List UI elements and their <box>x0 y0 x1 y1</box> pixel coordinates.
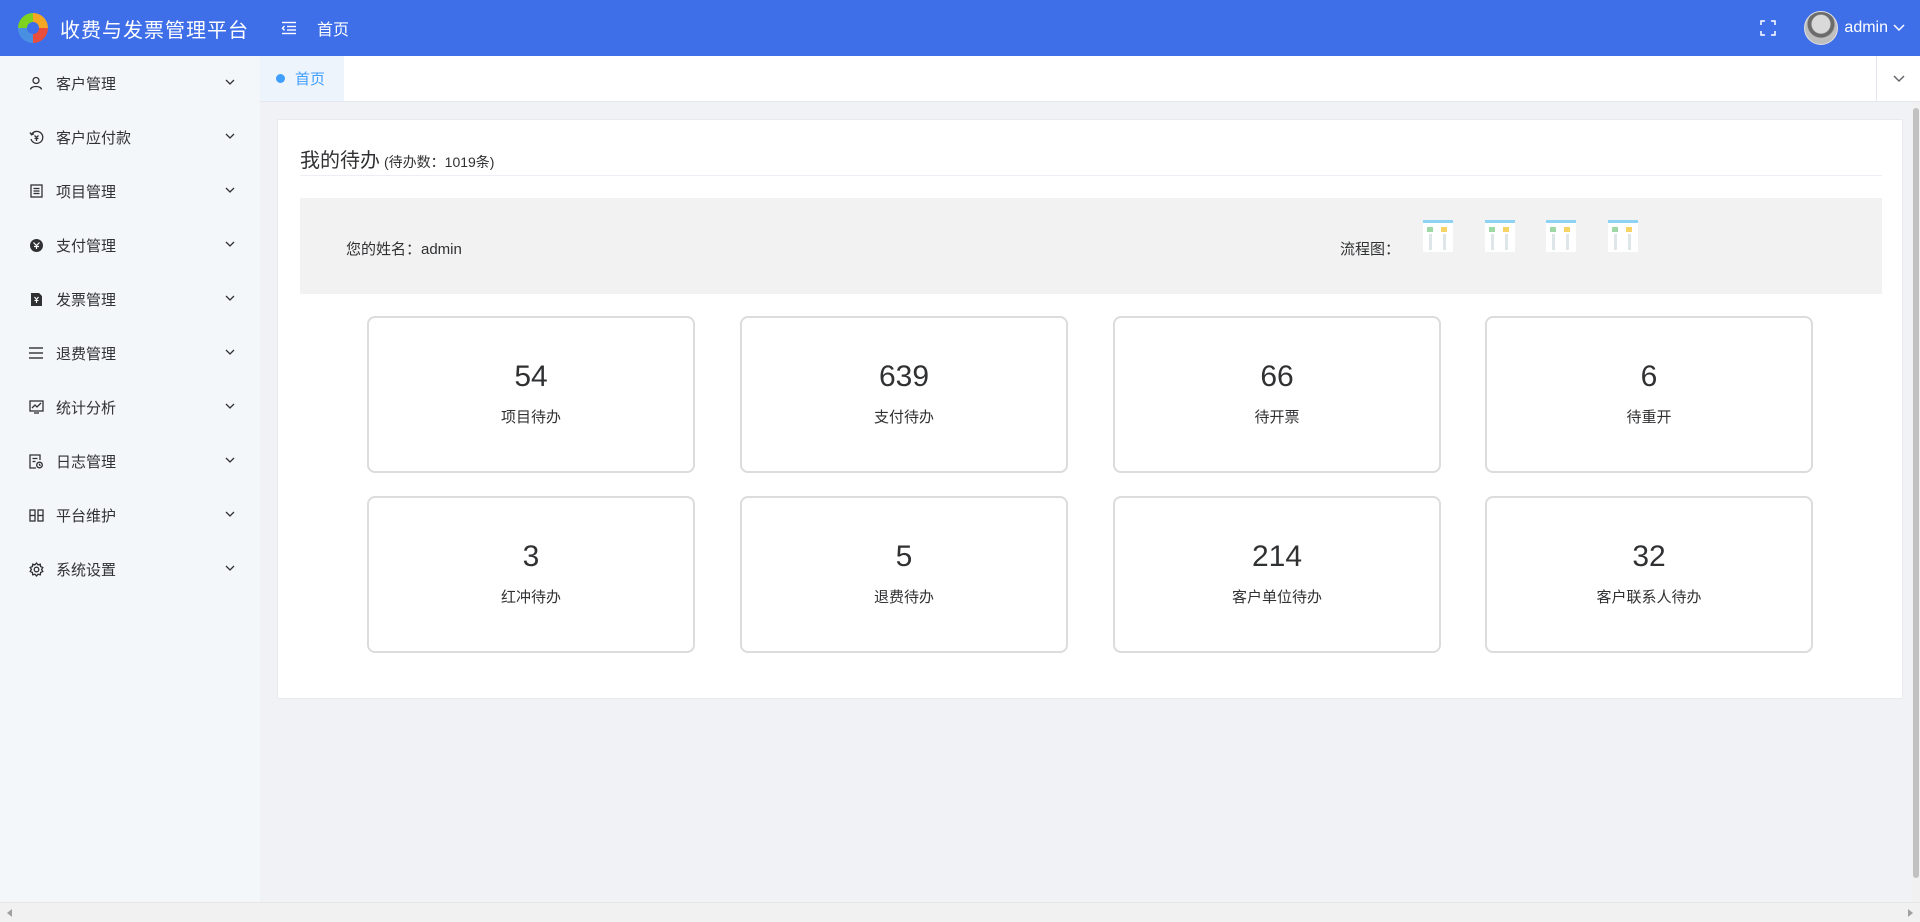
sidebar-item-label: 统计分析 <box>56 399 117 417</box>
sidebar-item-receivable[interactable]: 客户应付款 <box>0 110 260 164</box>
page-title: 我的待办 <box>300 150 380 172</box>
avatar[interactable] <box>1804 11 1839 45</box>
sidebar-item-payment[interactable]: 支付管理 <box>0 218 260 272</box>
sidebar-item-label: 项目管理 <box>56 183 117 201</box>
stat-label: 退费待办 <box>873 589 934 606</box>
sidebar-item-invoice[interactable]: 发票管理 <box>0 272 260 326</box>
list-icon <box>28 345 44 361</box>
stat-value: 3 <box>522 540 540 573</box>
header-breadcrumb-home[interactable]: 首页 <box>317 16 349 40</box>
horizontal-scrollbar[interactable] <box>0 902 1920 922</box>
sidebar-item-log[interactable]: 日志管理 <box>0 434 260 488</box>
chevron-down-icon <box>225 79 235 85</box>
sidebar-item-refund[interactable]: 退费管理 <box>0 326 260 380</box>
stat-card-pending-reissue[interactable]: 6 待重开 <box>1485 316 1813 473</box>
user-name[interactable]: admin <box>1844 19 1888 37</box>
vertical-scrollbar-thumb[interactable] <box>1913 108 1919 878</box>
gear-icon <box>28 561 44 577</box>
user-info-strip: 您的姓名：admin 流程图： <box>300 198 1882 294</box>
flowchart-thumbnail-icon[interactable] <box>1608 220 1638 252</box>
flowchart-thumbnail-icon[interactable] <box>1485 220 1515 252</box>
todo-card-header: 我的待办 (待办数：1019条) <box>300 144 1882 176</box>
payment-icon <box>28 237 44 253</box>
stat-label: 客户单位待办 <box>1231 589 1322 606</box>
sidebar-item-customer[interactable]: 客户管理 <box>0 56 260 110</box>
header-right-tools: admin <box>1758 0 1920 56</box>
stat-card-refund-todo[interactable]: 5 退费待办 <box>740 496 1068 653</box>
stat-label: 支付待办 <box>873 409 934 426</box>
stat-value: 6 <box>1640 360 1658 393</box>
stat-value: 54 <box>514 360 548 393</box>
flowchart-thumbnail-icon[interactable] <box>1546 220 1576 252</box>
tab-home[interactable]: 首页 <box>260 56 344 101</box>
sidebar-item-label: 客户管理 <box>56 75 117 93</box>
chevron-down-icon <box>1893 75 1904 82</box>
tab-home-label: 首页 <box>295 71 326 88</box>
chevron-down-icon <box>225 133 235 139</box>
chevron-down-icon <box>225 187 235 193</box>
chart-icon <box>28 399 44 415</box>
sidebar-item-settings[interactable]: 系统设置 <box>0 542 260 596</box>
flowchart-thumbnail-icon[interactable] <box>1423 220 1453 252</box>
todo-card: 我的待办 (待办数：1019条) 您的姓名：admin 流程图： 54 项目待办… <box>277 119 1903 699</box>
scroll-left-arrow-icon[interactable] <box>5 908 15 918</box>
tabs-dropdown-button[interactable] <box>1876 56 1920 101</box>
stat-label: 红冲待办 <box>500 589 561 606</box>
sidebar-item-label: 系统设置 <box>56 561 117 579</box>
stat-value: 214 <box>1251 540 1303 573</box>
todo-count: (待办数：1019条) <box>384 154 495 170</box>
user-name-label: 您的姓名：admin <box>346 241 462 258</box>
app-logo-icon <box>18 13 48 43</box>
tabs-bar: 首页 <box>260 56 1920 102</box>
log-icon <box>28 453 44 469</box>
stat-card-customer-contact-todo[interactable]: 32 客户联系人待办 <box>1485 496 1813 653</box>
stat-value: 5 <box>895 540 913 573</box>
chevron-down-icon <box>225 511 235 517</box>
chevron-down-icon <box>225 457 235 463</box>
chevron-down-icon <box>225 403 235 409</box>
stat-label: 待开票 <box>1254 409 1300 426</box>
invoice-icon <box>28 291 44 307</box>
stat-label: 项目待办 <box>500 409 561 426</box>
fullscreen-icon[interactable] <box>1758 18 1778 38</box>
stat-value: 66 <box>1260 360 1294 393</box>
sidebar-item-label: 平台维护 <box>56 507 117 525</box>
stat-label: 客户联系人待办 <box>1596 589 1702 606</box>
project-icon <box>28 183 44 199</box>
sidebar-item-label: 客户应付款 <box>56 129 132 147</box>
maintenance-icon <box>28 507 44 523</box>
vertical-scrollbar[interactable] <box>1912 102 1920 902</box>
stat-card-customer-unit-todo[interactable]: 214 客户单位待办 <box>1113 496 1441 653</box>
chevron-down-icon <box>225 349 235 355</box>
sidebar-item-label: 发票管理 <box>56 291 117 309</box>
active-dot-icon <box>276 74 285 83</box>
sidebar-item-statistics[interactable]: 统计分析 <box>0 380 260 434</box>
sidebar-item-project[interactable]: 项目管理 <box>0 164 260 218</box>
sidebar-collapse-icon[interactable] <box>281 20 299 36</box>
stat-card-project-todo[interactable]: 54 项目待办 <box>367 316 695 473</box>
receivable-icon <box>28 129 44 145</box>
chevron-down-icon <box>225 295 235 301</box>
user-icon <box>28 75 44 91</box>
stat-label: 待重开 <box>1626 409 1672 426</box>
top-header: 收费与发票管理平台 首页 admin <box>0 0 1920 56</box>
stat-card-pending-invoice[interactable]: 66 待开票 <box>1113 316 1441 473</box>
chevron-down-icon <box>225 241 235 247</box>
flowchart-label: 流程图： <box>1340 241 1401 258</box>
chevron-down-icon <box>225 565 235 571</box>
sidebar-item-label: 退费管理 <box>56 345 117 363</box>
sidebar: 客户管理 客户应付款 项目管理 支付管理 发票管理 退费管理 统计分析 日志管理 <box>0 56 260 902</box>
sidebar-item-maintenance[interactable]: 平台维护 <box>0 488 260 542</box>
stat-value: 639 <box>878 360 930 393</box>
sidebar-item-label: 支付管理 <box>56 237 117 255</box>
stat-card-payment-todo[interactable]: 639 支付待办 <box>740 316 1068 473</box>
stat-value: 32 <box>1632 540 1666 573</box>
sidebar-item-label: 日志管理 <box>56 453 117 471</box>
app-title: 收费与发票管理平台 <box>60 19 249 42</box>
stat-card-red-reversal-todo[interactable]: 3 红冲待办 <box>367 496 695 653</box>
chevron-down-icon[interactable] <box>1892 21 1906 35</box>
scroll-right-arrow-icon[interactable] <box>1905 908 1915 918</box>
